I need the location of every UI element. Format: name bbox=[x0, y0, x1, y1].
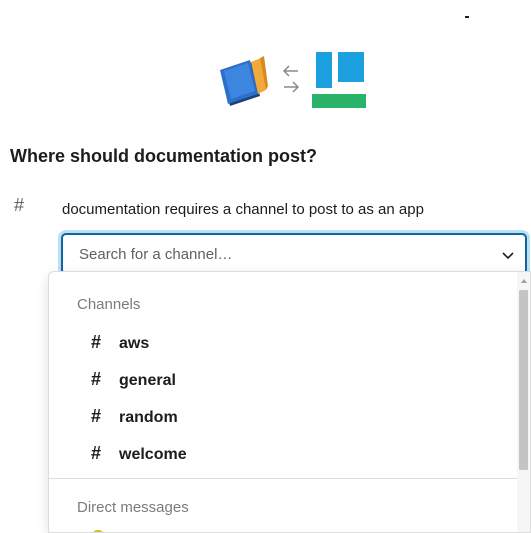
channel-search-select[interactable]: Search for a channel… bbox=[62, 234, 526, 274]
channel-dropdown-menu: Channels # aws # general # random # welc… bbox=[48, 271, 531, 533]
direct-messages-section-header: Direct messages bbox=[77, 499, 189, 516]
channel-option-random[interactable]: # random bbox=[49, 398, 517, 435]
app-connection-graphic bbox=[218, 50, 368, 110]
channel-hash-icon: # bbox=[91, 443, 102, 463]
channel-hash-icon: # bbox=[91, 332, 102, 352]
search-placeholder[interactable]: Search for a channel… bbox=[79, 246, 232, 263]
scrollbar-thumb[interactable] bbox=[519, 290, 528, 470]
app-logo-icon bbox=[310, 50, 366, 108]
channel-option-welcome[interactable]: # welcome bbox=[49, 435, 517, 472]
channel-hash-icon: # bbox=[91, 406, 102, 426]
swap-arrows-icon bbox=[282, 65, 300, 93]
channel-option-aws[interactable]: # aws bbox=[49, 324, 517, 361]
channel-hash-icon: # bbox=[91, 369, 102, 389]
channel-picker-dialog: Where should documentation post? # docum… bbox=[0, 0, 531, 533]
requirement-text: documentation requires a channel to post… bbox=[62, 201, 424, 218]
scroll-up-icon[interactable] bbox=[521, 279, 527, 283]
channel-name: general bbox=[119, 372, 176, 389]
channel-option-general[interactable]: # general bbox=[49, 361, 517, 398]
corner-mark bbox=[465, 16, 469, 18]
channels-section-header: Channels bbox=[77, 296, 141, 313]
hash-icon: # bbox=[14, 195, 25, 215]
book-icon bbox=[220, 56, 268, 106]
dropdown-scrollbar[interactable] bbox=[517, 272, 530, 532]
section-divider bbox=[49, 478, 519, 479]
channel-name: welcome bbox=[119, 446, 187, 463]
channel-name: aws bbox=[119, 335, 150, 352]
dialog-title: Where should documentation post? bbox=[10, 146, 317, 166]
channel-name: random bbox=[119, 409, 178, 426]
chevron-down-icon[interactable] bbox=[501, 248, 515, 262]
